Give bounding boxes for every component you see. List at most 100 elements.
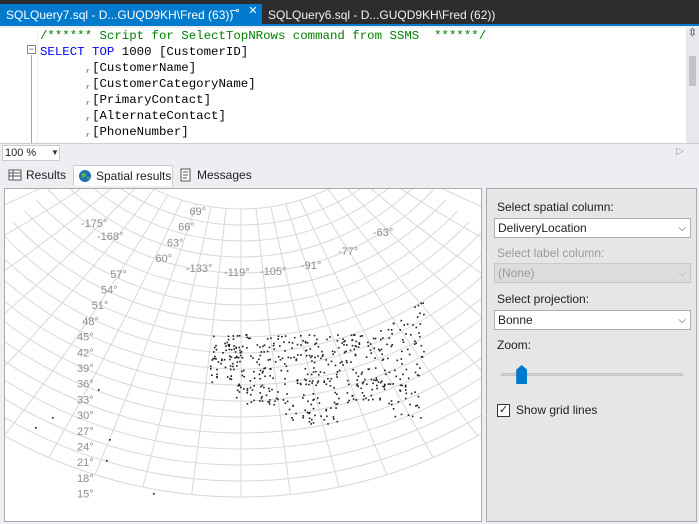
location-point[interactable] xyxy=(239,360,241,363)
location-point[interactable] xyxy=(370,352,373,354)
location-point[interactable] xyxy=(402,373,404,376)
location-point[interactable] xyxy=(327,377,329,380)
location-point[interactable] xyxy=(363,395,365,397)
location-point[interactable] xyxy=(330,377,333,380)
location-point[interactable] xyxy=(314,356,316,359)
location-point[interactable] xyxy=(284,402,287,404)
location-point[interactable] xyxy=(233,348,235,350)
location-point[interactable] xyxy=(407,377,410,380)
location-point[interactable] xyxy=(334,391,337,394)
location-point[interactable] xyxy=(351,344,354,347)
location-point[interactable] xyxy=(234,351,237,353)
location-point[interactable] xyxy=(308,380,311,383)
location-point[interactable] xyxy=(383,385,386,388)
location-point[interactable] xyxy=(422,302,424,305)
location-point[interactable] xyxy=(313,361,316,364)
location-point[interactable] xyxy=(368,368,370,370)
location-point[interactable] xyxy=(260,385,262,388)
location-point[interactable] xyxy=(240,351,243,353)
location-point[interactable] xyxy=(318,402,321,404)
location-point[interactable] xyxy=(243,388,245,390)
location-point[interactable] xyxy=(212,357,215,360)
location-point[interactable] xyxy=(302,415,305,417)
location-point[interactable] xyxy=(323,371,326,374)
location-point[interactable] xyxy=(227,344,230,346)
location-point[interactable] xyxy=(383,388,386,391)
location-point[interactable] xyxy=(355,372,357,374)
scroll-right-icon[interactable]: ▷ xyxy=(676,146,684,157)
location-point[interactable] xyxy=(241,345,244,348)
location-point[interactable] xyxy=(317,346,320,348)
location-point[interactable] xyxy=(258,400,261,402)
location-point[interactable] xyxy=(383,383,386,386)
location-point[interactable] xyxy=(300,335,302,337)
location-point[interactable] xyxy=(338,397,340,400)
location-point[interactable] xyxy=(380,338,382,341)
location-point[interactable] xyxy=(315,384,317,387)
location-point[interactable] xyxy=(342,364,344,366)
location-point[interactable] xyxy=(260,397,263,400)
location-point[interactable] xyxy=(304,367,307,370)
location-point[interactable] xyxy=(341,360,343,363)
location-point[interactable] xyxy=(228,348,231,351)
location-point[interactable] xyxy=(400,358,403,360)
location-point[interactable] xyxy=(225,345,227,347)
location-point[interactable] xyxy=(387,328,390,331)
location-point[interactable] xyxy=(317,380,320,382)
split-icon[interactable]: ⇳ xyxy=(687,28,698,39)
location-point[interactable] xyxy=(258,373,261,376)
close-icon[interactable]: ✕ xyxy=(246,4,260,18)
location-point[interactable] xyxy=(267,359,270,361)
location-point[interactable] xyxy=(296,379,299,381)
location-point[interactable] xyxy=(310,423,312,425)
location-point[interactable] xyxy=(357,375,360,378)
location-point[interactable] xyxy=(303,394,305,396)
location-point[interactable] xyxy=(396,359,399,362)
location-point[interactable] xyxy=(263,344,266,346)
location-point[interactable] xyxy=(214,355,216,358)
location-point[interactable] xyxy=(300,344,302,346)
location-point[interactable] xyxy=(296,382,299,384)
location-point[interactable] xyxy=(369,343,372,345)
location-point[interactable] xyxy=(405,392,408,395)
location-point[interactable] xyxy=(353,348,356,351)
location-point[interactable] xyxy=(420,302,423,305)
location-point[interactable] xyxy=(359,335,362,338)
location-point[interactable] xyxy=(300,354,302,356)
location-point[interactable] xyxy=(415,342,417,344)
location-point[interactable] xyxy=(417,395,420,398)
location-point[interactable] xyxy=(288,408,291,411)
show-grid-lines-checkbox[interactable]: ✓ xyxy=(497,404,510,417)
location-point[interactable] xyxy=(377,381,380,383)
location-point[interactable] xyxy=(230,356,233,358)
location-point[interactable] xyxy=(259,354,262,357)
location-point[interactable] xyxy=(273,403,275,406)
location-point[interactable] xyxy=(249,386,252,389)
location-point[interactable] xyxy=(52,417,54,419)
location-point[interactable] xyxy=(351,395,353,397)
location-point[interactable] xyxy=(98,389,100,391)
location-point[interactable] xyxy=(388,371,391,374)
location-point[interactable] xyxy=(410,334,412,336)
location-point[interactable] xyxy=(410,392,413,395)
location-point[interactable] xyxy=(269,375,271,377)
location-point[interactable] xyxy=(229,365,232,367)
location-point[interactable] xyxy=(390,329,393,331)
location-point[interactable] xyxy=(221,358,223,361)
location-point[interactable] xyxy=(312,371,315,373)
location-point[interactable] xyxy=(247,337,250,340)
location-point[interactable] xyxy=(305,354,308,357)
location-point[interactable] xyxy=(293,356,295,359)
location-point[interactable] xyxy=(246,403,249,405)
location-point[interactable] xyxy=(261,395,263,398)
location-point[interactable] xyxy=(313,334,316,337)
location-point[interactable] xyxy=(415,326,418,329)
location-point[interactable] xyxy=(230,378,233,381)
location-point[interactable] xyxy=(304,409,306,412)
location-point[interactable] xyxy=(246,392,248,394)
location-point[interactable] xyxy=(268,401,271,403)
location-point[interactable] xyxy=(225,349,227,352)
location-point[interactable] xyxy=(329,385,332,387)
location-point[interactable] xyxy=(387,383,390,385)
location-point[interactable] xyxy=(311,360,313,362)
